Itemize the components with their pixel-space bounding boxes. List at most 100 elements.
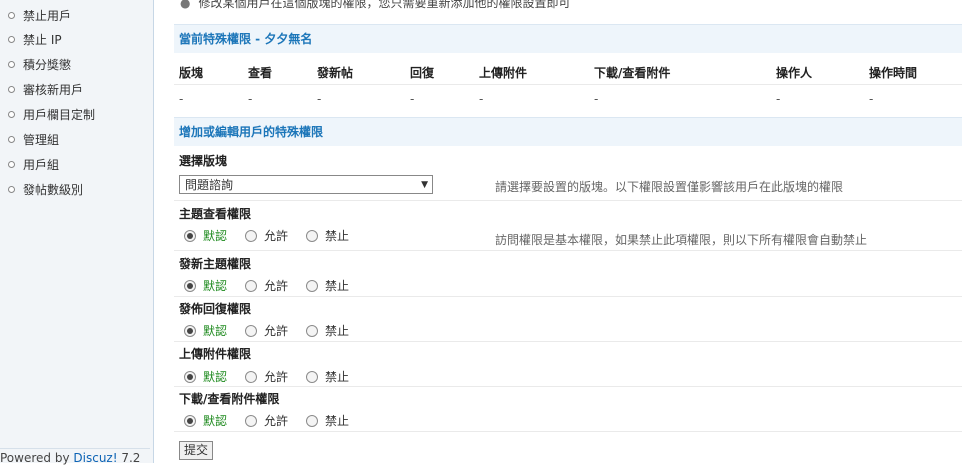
tip-text: 修改某個用戶在這個版塊的權限，您只需要重新添加他的權限設置即可 (198, 0, 571, 10)
table-cell: - (410, 92, 415, 106)
download-allow-radio[interactable] (245, 414, 258, 427)
col-new-thread: 發新帖 (317, 66, 354, 80)
row-divider (174, 386, 962, 387)
option-label: 禁止 (325, 324, 350, 338)
reply-default-radio[interactable] (184, 324, 196, 337)
view-deny-radio[interactable] (306, 229, 319, 242)
new-thread-deny-radio[interactable] (306, 279, 319, 292)
main-content: ● 修改某個用戶在這個版塊的權限，您只需要重新添加他的權限設置即可 當前特殊權限 … (154, 0, 962, 463)
option-label: 禁止 (325, 370, 350, 384)
download-permission-label: 下載/查看附件權限 (179, 392, 280, 406)
sidebar-item-credits[interactable]: 積分獎懲 (8, 56, 71, 73)
option-label: 默認 (203, 370, 228, 384)
edit-permissions-header: 增加或編輯用戶的特殊權限 (174, 117, 962, 146)
new-thread-permission-label: 發新主題權限 (179, 257, 252, 271)
option-label: 默認 (203, 324, 228, 338)
upload-allow-radio[interactable] (245, 370, 258, 383)
table-cell: - (248, 92, 253, 106)
upload-permission-options: 默認 允許 禁止 (184, 368, 367, 385)
reply-allow-radio[interactable] (245, 324, 258, 337)
download-permission-options: 默認 允許 禁止 (184, 412, 367, 429)
view-permission-hint: 訪問權限是基本權限，如果禁止此項權限，則以下所有權限會自動禁止 (495, 233, 868, 247)
view-permission-label: 主題查看權限 (179, 207, 252, 221)
table-cell: - (869, 92, 874, 106)
sidebar-item-admin-groups[interactable]: 管理組 (8, 131, 59, 148)
row-divider (174, 250, 962, 251)
submit-button[interactable]: 提交 (179, 441, 213, 460)
bullet-icon (8, 86, 15, 93)
new-thread-allow-radio[interactable] (245, 279, 258, 292)
sidebar: 禁止用戶 禁止 IP 積分獎懲 審核新用戶 用戶欄目定制 管理組 用戶組 發帖數… (0, 0, 154, 465)
option-label: 允許 (264, 229, 289, 243)
row-divider (174, 341, 962, 342)
col-reply: 回復 (410, 66, 435, 80)
table-cell: - (317, 92, 322, 106)
bullet-icon (8, 186, 15, 193)
option-label: 禁止 (325, 229, 350, 243)
current-permissions-title: 當前特殊權限 - 夕夕無名 (179, 32, 313, 46)
view-permission-options: 默認 允許 禁止 (184, 227, 367, 244)
sidebar-item-post-ranks[interactable]: 發帖數級別 (8, 181, 83, 198)
table-divider (174, 84, 962, 85)
bullet-icon (8, 61, 15, 68)
dropdown-arrow-icon: ▼ (421, 180, 428, 190)
sidebar-item-label: 管理組 (23, 133, 60, 147)
option-label: 默認 (203, 414, 228, 428)
sidebar-item-profile-fields[interactable]: 用戶欄目定制 (8, 106, 95, 123)
row-divider (174, 296, 962, 297)
sidebar-item-label: 發帖數級別 (23, 183, 84, 197)
reply-permission-label: 發佈回復權限 (179, 302, 252, 316)
col-time: 操作時間 (869, 66, 918, 80)
reply-permission-options: 默認 允許 禁止 (184, 322, 367, 339)
option-label: 默認 (203, 279, 228, 293)
reply-deny-radio[interactable] (306, 324, 319, 337)
sidebar-item-label: 用戶組 (23, 158, 60, 172)
sidebar-item-ban-user[interactable]: 禁止用戶 (8, 7, 71, 24)
tip: ● 修改某個用戶在這個版塊的權限，您只需要重新添加他的權限設置即可 (180, 0, 571, 11)
bullet-icon (8, 111, 15, 118)
bullet-icon (8, 12, 15, 19)
option-label: 允許 (264, 279, 289, 293)
tip-bullet-icon: ● (180, 0, 191, 10)
sidebar-item-audit-users[interactable]: 審核新用戶 (8, 81, 83, 98)
col-upload: 上傳附件 (479, 66, 528, 80)
col-download: 下載/查看附件 (594, 66, 671, 80)
new-thread-default-radio[interactable] (184, 279, 196, 292)
edit-permissions-title: 增加或編輯用戶的特殊權限 (179, 125, 324, 139)
sidebar-item-label: 用戶欄目定制 (23, 108, 96, 122)
upload-default-radio[interactable] (184, 370, 196, 383)
current-permissions-header: 當前特殊權限 - 夕夕無名 (174, 24, 962, 53)
col-view: 查看 (248, 66, 273, 80)
col-operator: 操作人 (776, 66, 813, 80)
table-cell: - (776, 92, 781, 106)
table-cell: - (479, 92, 484, 106)
new-thread-permission-options: 默認 允許 禁止 (184, 277, 367, 294)
option-label: 允許 (264, 370, 289, 384)
sidebar-item-label: 積分獎懲 (23, 58, 72, 72)
sidebar-item-ban-ip[interactable]: 禁止 IP (8, 31, 62, 48)
powered-by: Powered by Discuz! 7.2 (0, 448, 150, 465)
option-label: 允許 (264, 324, 289, 338)
bullet-icon (8, 161, 15, 168)
forum-select-value: 問題諮詢 (185, 178, 234, 192)
option-label: 禁止 (325, 279, 350, 293)
upload-permission-label: 上傳附件權限 (179, 347, 252, 361)
sidebar-item-label: 審核新用戶 (23, 83, 84, 97)
table-cell: - (179, 92, 184, 106)
sidebar-item-user-groups[interactable]: 用戶組 (8, 156, 59, 173)
upload-deny-radio[interactable] (306, 370, 319, 383)
option-label: 默認 (203, 229, 228, 243)
sidebar-item-label: 禁止 IP (23, 33, 62, 47)
view-allow-radio[interactable] (245, 229, 258, 242)
download-default-radio[interactable] (184, 414, 196, 427)
option-label: 允許 (264, 414, 289, 428)
col-forum: 版塊 (179, 66, 204, 80)
sidebar-item-label: 禁止用戶 (23, 9, 72, 23)
forum-select[interactable]: 問題諮詢 ▼ (179, 175, 433, 194)
option-label: 禁止 (325, 414, 350, 428)
bullet-icon (8, 136, 15, 143)
row-divider (174, 431, 962, 432)
download-deny-radio[interactable] (306, 414, 319, 427)
table-cell: - (594, 92, 599, 106)
view-default-radio[interactable] (184, 229, 196, 242)
